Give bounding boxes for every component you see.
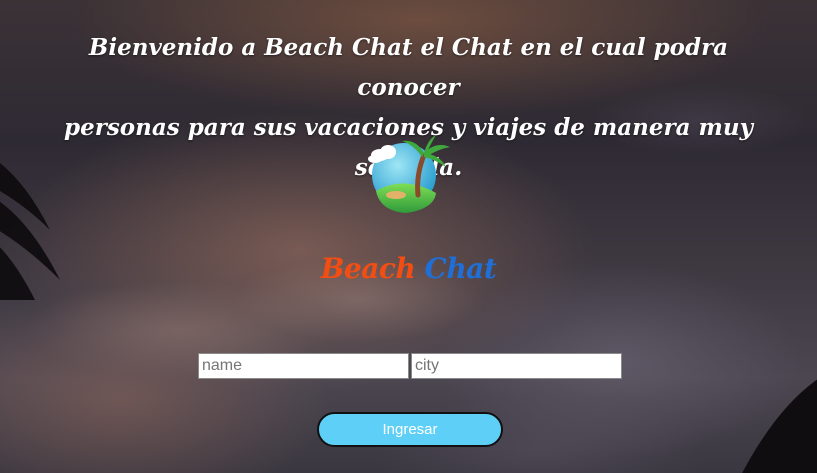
palm-leaves-right-decoration (742, 379, 817, 473)
ingresar-button[interactable]: Ingresar (317, 412, 503, 447)
login-form (198, 353, 622, 379)
brand-beach: Beach (320, 252, 416, 285)
brand-logo-text: Beach Chat (0, 252, 817, 285)
name-input[interactable] (198, 353, 409, 379)
welcome-line-1: Bienvenido a Beach Chat el Chat en el cu… (88, 34, 729, 101)
island-palm-icon (368, 135, 450, 213)
city-input[interactable] (411, 353, 622, 379)
brand-chat: Chat (424, 252, 497, 285)
